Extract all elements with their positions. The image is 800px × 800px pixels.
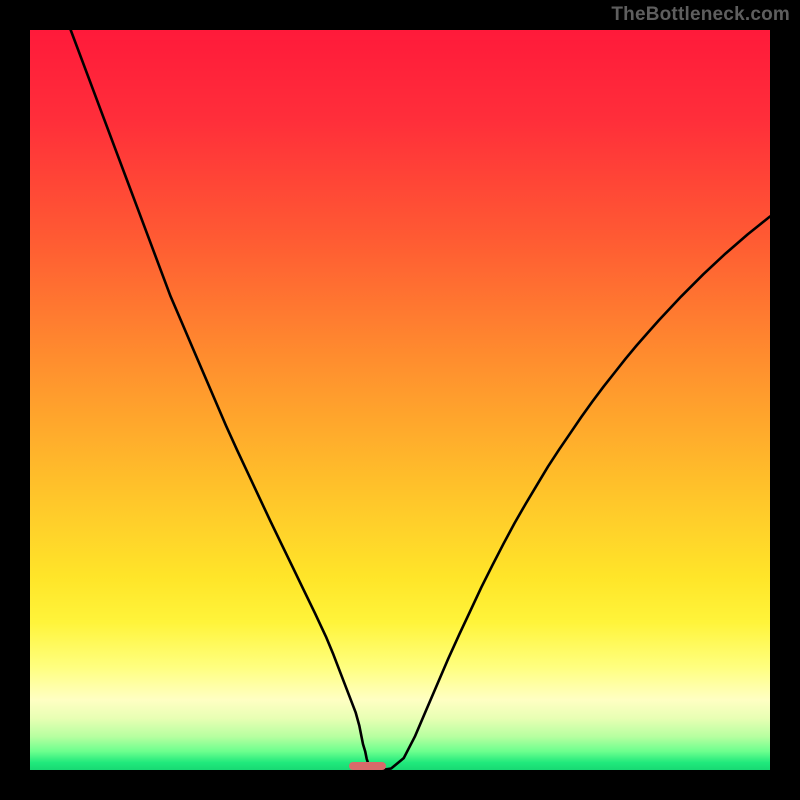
chart-frame: TheBottleneck.com [0,0,800,800]
brand-watermark: TheBottleneck.com [611,4,790,26]
bottleneck-curve [30,30,770,770]
bottleneck-marker [349,762,386,770]
plot-area [30,30,770,770]
